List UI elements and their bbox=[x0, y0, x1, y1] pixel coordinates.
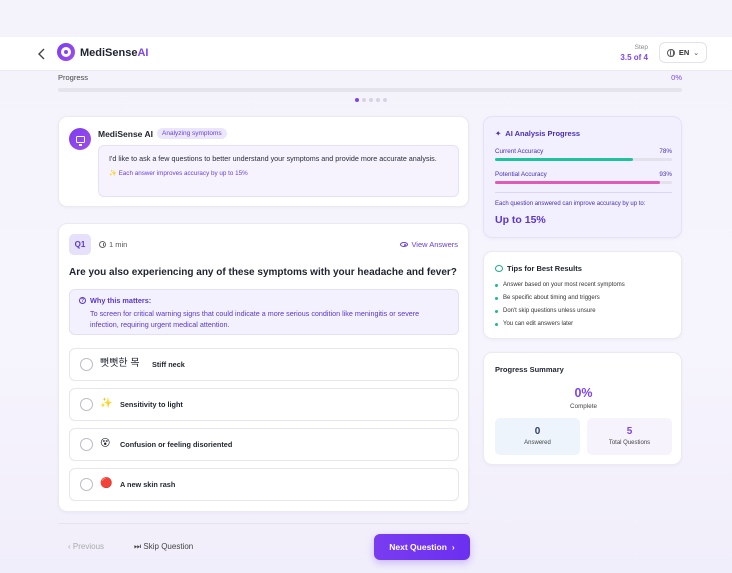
chevron-left-icon bbox=[38, 48, 45, 60]
logo-icon bbox=[57, 43, 75, 61]
progress-summary-card: Progress Summary 0% Complete 0 Answered … bbox=[483, 352, 682, 465]
tip-item: You can edit answers later bbox=[495, 321, 573, 327]
summary-title: Progress Summary bbox=[495, 365, 564, 374]
option-stiff-neck[interactable]: 뻣뻣한 목 Stiff neck bbox=[69, 348, 459, 381]
radio-button[interactable] bbox=[80, 398, 93, 411]
current-accuracy-fill bbox=[495, 158, 634, 161]
answered-stat: 0 Answered bbox=[495, 418, 580, 455]
potential-accuracy-fill bbox=[495, 181, 660, 184]
progress-label: Progress bbox=[58, 73, 89, 82]
chat-bubble-icon bbox=[495, 265, 503, 272]
previous-button[interactable]: ‹ Previous bbox=[68, 542, 104, 551]
progress-percent: 0% bbox=[671, 73, 682, 82]
ai-message-tip: ✨ Each answer improves accuracy by up to… bbox=[109, 170, 248, 177]
option-label: Sensitivity to light bbox=[120, 400, 183, 409]
step-dot bbox=[376, 98, 380, 102]
potential-accuracy-row: Potential Accuracy 93% bbox=[495, 171, 672, 184]
option-confusion[interactable]: 😵 Confusion or feeling disoriented bbox=[69, 428, 459, 461]
chevron-right-icon: › bbox=[451, 542, 455, 552]
language-selector[interactable]: EN ⌄ bbox=[659, 42, 707, 63]
tip-item: Be specific about timing and triggers bbox=[495, 295, 600, 301]
step-dot bbox=[383, 98, 387, 102]
option-sensitivity-light[interactable]: ✨ Sensitivity to light bbox=[69, 388, 459, 421]
ai-analysis-title: ✦ AI Analysis Progress bbox=[495, 129, 581, 138]
ai-message: I'd like to ask a few questions to bette… bbox=[98, 145, 459, 197]
answered-value: 0 bbox=[534, 426, 541, 437]
option-skin-rash[interactable]: 🔴 A new skin rash bbox=[69, 468, 459, 501]
status-badge: Analyzing symptoms bbox=[157, 128, 227, 139]
language-label: EN bbox=[678, 48, 690, 57]
total-questions-stat: 5 Total Questions bbox=[587, 418, 672, 455]
current-accuracy-row: Current Accuracy 78% bbox=[495, 148, 672, 161]
next-question-button[interactable]: Next Question › bbox=[374, 534, 470, 560]
question-text: Are you also experiencing any of these s… bbox=[69, 267, 457, 278]
top-header: MediSenseAI Step 3.5 of 4 EN ⌄ bbox=[0, 37, 732, 71]
question-circle-icon: ? bbox=[79, 297, 86, 304]
step-dot bbox=[369, 98, 373, 102]
step-dots bbox=[355, 98, 387, 102]
step-dot bbox=[362, 98, 366, 102]
option-label: A new skin rash bbox=[120, 480, 176, 489]
ai-analysis-improvement: Up to 15% bbox=[495, 214, 546, 226]
dizzy-face-icon: 😵 bbox=[100, 438, 111, 449]
tip-item: Don't skip questions unless unsure bbox=[495, 308, 596, 314]
skip-question-button[interactable]: ⏭ Skip Question bbox=[134, 542, 193, 552]
summary-percent: 0% bbox=[574, 386, 593, 400]
question-time: 1 min bbox=[109, 240, 128, 249]
why-matters-title: ? Why this matters: bbox=[79, 296, 152, 305]
chevron-down-icon: ⌄ bbox=[693, 49, 700, 57]
monitor-icon bbox=[75, 135, 85, 146]
red-circle-icon: 🔴 bbox=[100, 478, 113, 489]
ai-analysis-card: ✦ AI Analysis Progress Current Accuracy 7… bbox=[483, 116, 682, 238]
sparkle-icon: ✨ bbox=[100, 398, 113, 409]
view-answers-label: View Answers bbox=[411, 240, 458, 249]
tips-card: Tips for Best Results Answer based on yo… bbox=[483, 251, 682, 339]
option-label: Confusion or feeling disoriented bbox=[120, 440, 233, 449]
globe-icon bbox=[666, 48, 675, 57]
potential-accuracy-label: Potential Accuracy bbox=[495, 171, 547, 178]
total-questions-label: Total Questions bbox=[608, 440, 651, 446]
why-matters-text: To screen for critical warning signs tha… bbox=[90, 309, 420, 329]
step-label: Step bbox=[634, 44, 648, 51]
current-accuracy-label: Current Accuracy bbox=[495, 148, 544, 155]
current-accuracy-value: 78% bbox=[659, 148, 672, 155]
clock-icon bbox=[99, 241, 106, 248]
answered-label: Answered bbox=[524, 440, 551, 446]
radio-button[interactable] bbox=[80, 358, 93, 371]
total-questions-value: 5 bbox=[626, 426, 633, 437]
radio-button[interactable] bbox=[80, 438, 93, 451]
sparkle-icon: ✦ bbox=[495, 129, 502, 138]
ai-analysis-note: Each question answered can improve accur… bbox=[495, 201, 646, 207]
ai-intro-card: MediSense AI Analyzing symptoms I'd like… bbox=[58, 116, 469, 207]
step-indicator: Step 3.5 of 4 bbox=[620, 44, 648, 63]
why-matters-box: ? Why this matters: To screen for critic… bbox=[69, 289, 459, 335]
option-emoji: 뻣뻣한 목 bbox=[100, 358, 140, 369]
radio-button[interactable] bbox=[80, 478, 93, 491]
question-number: Q1 bbox=[69, 234, 91, 255]
ai-name: MediSense AI bbox=[98, 129, 153, 139]
step-dot bbox=[355, 98, 359, 102]
step-value: 3.5 of 4 bbox=[620, 53, 648, 62]
next-question-label: Next Question bbox=[389, 542, 447, 552]
ai-avatar bbox=[69, 128, 91, 150]
divider bbox=[495, 192, 672, 193]
brand-name: MediSenseAI bbox=[80, 47, 149, 59]
view-answers-link[interactable]: View Answers bbox=[400, 240, 458, 249]
option-label: Stiff neck bbox=[152, 360, 185, 369]
eye-icon bbox=[400, 242, 409, 247]
footer-divider bbox=[58, 523, 469, 524]
tip-item: Answer based on your most recent symptom… bbox=[495, 282, 625, 288]
question-card: Q1 1 min View Answers Are you also exper… bbox=[58, 223, 469, 512]
potential-accuracy-value: 93% bbox=[659, 171, 672, 178]
tips-title: Tips for Best Results bbox=[495, 264, 582, 273]
ai-message-text: I'd like to ask a few questions to bette… bbox=[109, 154, 437, 163]
progress-bar bbox=[58, 88, 682, 92]
summary-complete-label: Complete bbox=[570, 403, 597, 410]
back-button[interactable] bbox=[36, 46, 48, 62]
